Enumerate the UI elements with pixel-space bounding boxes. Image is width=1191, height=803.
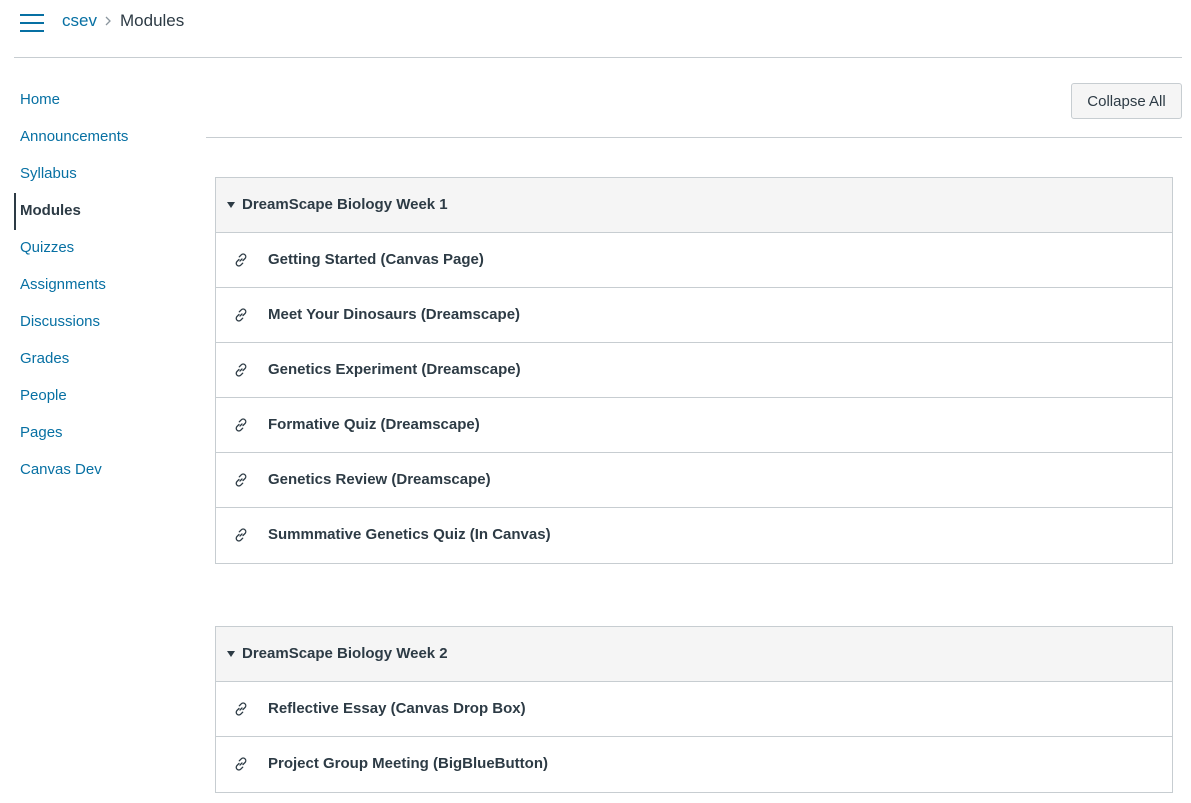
nav-item-quizzes[interactable]: Quizzes [14,230,194,267]
link-icon [235,757,247,771]
module-item[interactable]: Genetics Review (Dreamscape) [216,453,1172,508]
link-icon [235,528,247,542]
module-title: DreamScape Biology Week 2 [242,645,448,662]
module-item[interactable]: Meet Your Dinosaurs (Dreamscape) [216,288,1172,343]
toolbar-divider [206,137,1182,138]
nav-item-grades[interactable]: Grades [14,341,194,378]
module-week-2: DreamScape Biology Week 2 Reflective Ess… [215,626,1173,793]
nav-item-canvas-dev[interactable]: Canvas Dev [14,452,194,489]
nav-item-modules[interactable]: Modules [14,193,194,230]
nav-item-discussions[interactable]: Discussions [14,304,194,341]
nav-item-syllabus[interactable]: Syllabus [14,156,194,193]
chevron-right-icon [105,16,111,26]
link-icon [235,473,247,487]
module-item[interactable]: Genetics Experiment (Dreamscape) [216,343,1172,398]
module-item-title[interactable]: Summmative Genetics Quiz (In Canvas) [268,526,551,543]
breadcrumb-current: Modules [120,11,185,30]
nav-item-pages[interactable]: Pages [14,415,194,452]
link-icon [235,363,247,377]
caret-down-icon[interactable] [227,202,235,208]
link-icon [235,308,247,322]
module-item-title[interactable]: Genetics Review (Dreamscape) [268,471,491,488]
module-item[interactable]: Summmative Genetics Quiz (In Canvas) [216,508,1172,563]
module-title: DreamScape Biology Week 1 [242,196,448,213]
module-item-title[interactable]: Reflective Essay (Canvas Drop Box) [268,700,526,717]
link-icon [235,253,247,267]
course-nav: Home Announcements Syllabus Modules Quiz… [14,82,194,489]
module-item[interactable]: Project Group Meeting (BigBlueButton) [216,737,1172,792]
module-item-title[interactable]: Genetics Experiment (Dreamscape) [268,361,521,378]
nav-item-home[interactable]: Home [14,82,194,119]
module-header[interactable]: DreamScape Biology Week 1 [216,178,1172,233]
collapse-all-button[interactable]: Collapse All [1071,83,1182,119]
link-icon [235,418,247,432]
page-header: csev Modules [0,0,1191,58]
nav-item-assignments[interactable]: Assignments [14,267,194,304]
link-icon [235,702,247,716]
hamburger-menu-icon[interactable] [20,14,44,32]
module-item-title[interactable]: Formative Quiz (Dreamscape) [268,416,480,433]
module-header[interactable]: DreamScape Biology Week 2 [216,627,1172,682]
nav-item-people[interactable]: People [14,378,194,415]
caret-down-icon[interactable] [227,651,235,657]
module-item[interactable]: Reflective Essay (Canvas Drop Box) [216,682,1172,737]
module-item[interactable]: Getting Started (Canvas Page) [216,233,1172,288]
module-item-title[interactable]: Getting Started (Canvas Page) [268,251,484,268]
module-item[interactable]: Formative Quiz (Dreamscape) [216,398,1172,453]
module-week-1: DreamScape Biology Week 1 Getting Starte… [215,177,1173,564]
module-item-title[interactable]: Meet Your Dinosaurs (Dreamscape) [268,306,520,323]
nav-item-announcements[interactable]: Announcements [14,119,194,156]
module-item-title[interactable]: Project Group Meeting (BigBlueButton) [268,755,548,772]
breadcrumb-course-link[interactable]: csev [62,11,97,31]
header-divider [14,57,1182,58]
